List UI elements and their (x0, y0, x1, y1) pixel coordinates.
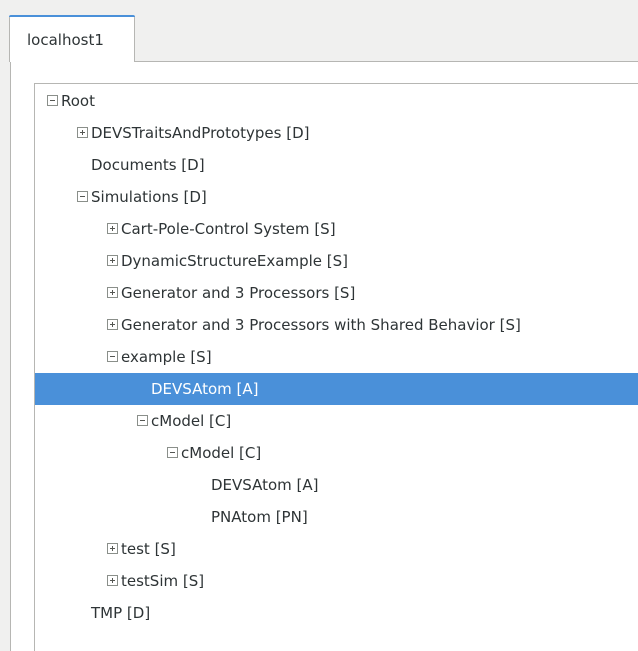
tree-node-label: DEVSAtom [A] (211, 476, 319, 494)
collapse-icon[interactable] (107, 351, 118, 362)
tree-row[interactable]: PNAtom [PN] (35, 501, 638, 533)
expand-icon[interactable] (107, 543, 118, 554)
tab-bar: localhost1 (0, 0, 638, 62)
tree-row[interactable]: Documents [D] (35, 149, 638, 181)
tree-row[interactable]: Simulations [D] (35, 181, 638, 213)
tree-node-label: Simulations [D] (91, 188, 207, 206)
tree-row[interactable]: DEVSAtom [A] (35, 469, 638, 501)
tree-node-label: example [S] (121, 348, 212, 366)
tree-node-label: cModel [C] (181, 444, 262, 462)
tree-row[interactable]: Generator and 3 Processors [S] (35, 277, 638, 309)
expand-icon[interactable] (77, 127, 88, 138)
tree-row[interactable]: example [S] (35, 341, 638, 373)
expand-icon[interactable] (107, 223, 118, 234)
tree-view[interactable]: Root DEVSTraitsAndPrototypes [D] Documents… (34, 83, 638, 651)
tab-label: localhost1 (27, 31, 104, 49)
tree-node-label: Root (61, 92, 95, 110)
tree-row[interactable]: TMP [D] (35, 597, 638, 629)
tab-join (10, 61, 134, 62)
tree-node-label: TMP [D] (91, 604, 151, 622)
tab-localhost1[interactable]: localhost1 (9, 15, 135, 62)
tree-row[interactable]: Root (35, 85, 638, 117)
tree-node-label: test [S] (121, 540, 176, 558)
expand-icon[interactable] (107, 287, 118, 298)
tree-row[interactable]: testSim [S] (35, 565, 638, 597)
collapse-icon[interactable] (137, 415, 148, 426)
collapse-icon[interactable] (47, 95, 58, 106)
tree-node-label: Cart-Pole-Control System [S] (121, 220, 336, 238)
tree-row[interactable]: DynamicStructureExample [S] (35, 245, 638, 277)
tree-row[interactable]: cModel [C] (35, 405, 638, 437)
tree-node-label: Generator and 3 Processors [S] (121, 284, 356, 302)
expand-icon[interactable] (107, 319, 118, 330)
tree-node-label: PNAtom [PN] (211, 508, 308, 526)
expand-icon[interactable] (107, 255, 118, 266)
collapse-icon[interactable] (167, 447, 178, 458)
expand-icon[interactable] (107, 575, 118, 586)
tree-row[interactable]: DEVSAtom [A] (35, 373, 638, 405)
tree-node-label: DynamicStructureExample [S] (121, 252, 348, 270)
tree-row[interactable]: test [S] (35, 533, 638, 565)
tree-row[interactable]: DEVSTraitsAndPrototypes [D] (35, 117, 638, 149)
tree-node-label: DEVSTraitsAndPrototypes [D] (91, 124, 310, 142)
tree-node-label: cModel [C] (151, 412, 232, 430)
collapse-icon[interactable] (77, 191, 88, 202)
tree-row[interactable]: Cart-Pole-Control System [S] (35, 213, 638, 245)
tree-node-label: testSim [S] (121, 572, 205, 590)
app-window: localhost1 Root DEVSTraitsAndPrototypes [… (0, 0, 638, 651)
tree-node-label: DEVSAtom [A] (151, 380, 259, 398)
tree-node-label: Documents [D] (91, 156, 205, 174)
tree-row[interactable]: cModel [C] (35, 437, 638, 469)
tree-row[interactable]: Generator and 3 Processors with Shared B… (35, 309, 638, 341)
tree-node-label: Generator and 3 Processors with Shared B… (121, 316, 521, 334)
